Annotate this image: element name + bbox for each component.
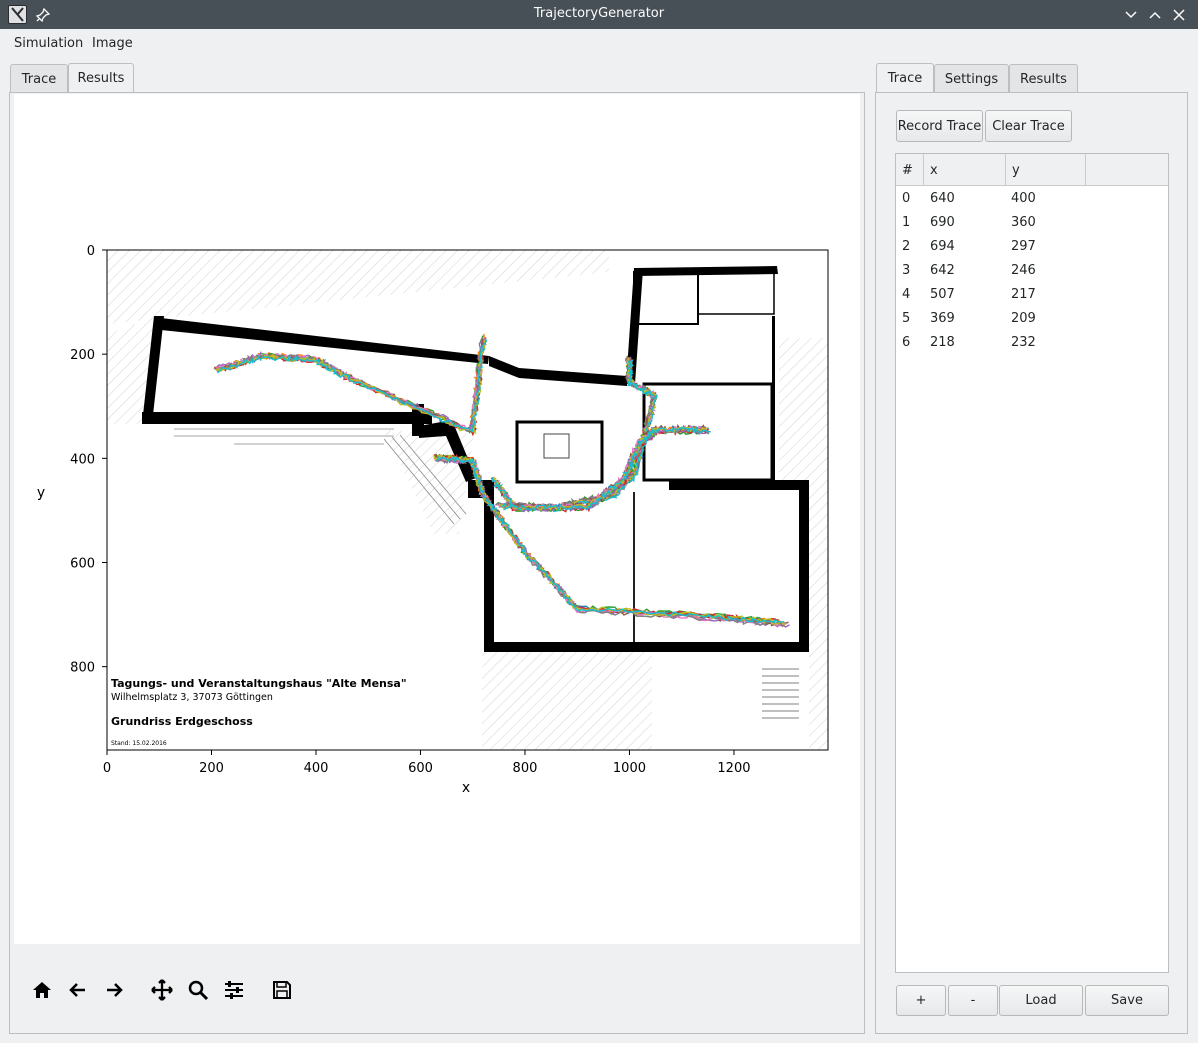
y-tick-label: 400 <box>70 452 95 467</box>
tab-label: Results <box>1020 71 1067 87</box>
right-tab-results[interactable]: Results <box>1009 64 1078 93</box>
forward-arrow-icon[interactable] <box>100 976 128 1004</box>
table-header: # x y <box>896 154 1168 186</box>
table-cell-y: 360 <box>1011 215 1036 230</box>
table-cell-index: 1 <box>902 215 911 230</box>
menu-image[interactable]: Image <box>92 36 133 51</box>
pan-icon[interactable] <box>148 976 176 1004</box>
floorplan-subtitle: Grundriss Erdgeschoss <box>111 715 253 728</box>
table-cell-y: 217 <box>1011 287 1036 302</box>
load-label: Load <box>1025 993 1057 1008</box>
close-button[interactable] <box>1168 4 1190 26</box>
table-cell-x: 642 <box>930 263 955 278</box>
table-row[interactable]: 1 690 360 <box>896 211 1168 235</box>
table-cell-index: 2 <box>902 239 911 254</box>
y-axis-label: y <box>37 485 45 501</box>
tab-label: Trace <box>21 71 57 87</box>
x-tick-label: 200 <box>199 761 224 776</box>
title-bar: TrajectoryGenerator <box>0 0 1198 29</box>
clear-trace-label: Clear Trace <box>992 118 1065 134</box>
table-cell-index: 6 <box>902 335 911 350</box>
save-label: Save <box>1111 993 1143 1008</box>
right-tab-trace[interactable]: Trace <box>876 63 934 93</box>
window-title: TrajectoryGenerator <box>533 6 665 21</box>
table-cell-index: 5 <box>902 311 911 326</box>
table-cell-x: 694 <box>930 239 955 254</box>
table-cell-y: 209 <box>1011 311 1036 326</box>
table-row[interactable]: 2 694 297 <box>896 235 1168 259</box>
table-cell-index: 3 <box>902 263 911 278</box>
column-header-empty <box>1086 154 1168 186</box>
record-trace-button[interactable]: Record Trace <box>896 110 983 142</box>
table-cell-x: 507 <box>930 287 955 302</box>
tab-label: Results <box>77 71 125 86</box>
y-tick-label: 600 <box>70 557 95 572</box>
table-row[interactable]: 4 507 217 <box>896 283 1168 307</box>
x-tick-label: 1200 <box>717 761 750 776</box>
table-row[interactable]: 6 218 232 <box>896 331 1168 355</box>
remove-row-label: - <box>970 993 976 1008</box>
table-row[interactable]: 0 640 400 <box>896 187 1168 211</box>
record-trace-label: Record Trace <box>897 118 982 134</box>
x-axis-label: x <box>462 780 470 796</box>
trace-table[interactable]: # x y 0 640 400 1 690 360 2 694 297 3 642 246 4 507 21… <box>895 153 1169 973</box>
column-header-index[interactable]: # <box>896 154 924 186</box>
floorplan-date: Stand: 15.02.2016 <box>111 740 167 747</box>
menu-simulation[interactable]: Simulation <box>14 36 83 51</box>
plot-canvas[interactable]: Tagungs- und Veranstaltungshaus "Alte Me… <box>14 94 860 944</box>
maximize-button[interactable] <box>1144 4 1166 26</box>
add-row-label: + <box>915 993 927 1008</box>
zoom-icon[interactable] <box>184 976 212 1004</box>
floorplan-address: Wilhelmsplatz 3, 37073 Göttingen <box>111 692 273 703</box>
x-tick-label: 0 <box>103 761 111 776</box>
add-row-button[interactable]: + <box>896 985 946 1016</box>
load-button[interactable]: Load <box>999 985 1083 1016</box>
y-tick-label: 0 <box>87 244 95 259</box>
save-button[interactable]: Save <box>1085 985 1169 1016</box>
floorplan-title: Tagungs- und Veranstaltungshaus "Alte Me… <box>111 677 407 690</box>
trajectory-plot: Tagungs- und Veranstaltungshaus "Alte Me… <box>37 244 829 796</box>
table-cell-x: 640 <box>930 191 955 206</box>
table-row[interactable]: 5 369 209 <box>896 307 1168 331</box>
minimize-button[interactable] <box>1120 4 1142 26</box>
x-tick-label: 400 <box>304 761 329 776</box>
remove-row-button[interactable]: - <box>948 985 998 1016</box>
table-cell-x: 218 <box>930 335 955 350</box>
menu-bar: Simulation Image <box>0 29 1198 57</box>
right-tab-settings[interactable]: Settings <box>934 64 1009 93</box>
floorplan-image: Tagungs- und Veranstaltungshaus "Alte Me… <box>107 250 828 750</box>
save-icon[interactable] <box>268 976 296 1004</box>
table-cell-y: 400 <box>1011 191 1036 206</box>
left-tab-results[interactable]: Results <box>68 63 134 93</box>
column-header-label: # <box>902 162 913 178</box>
configure-subplots-icon[interactable] <box>220 976 248 1004</box>
x-tick-label: 600 <box>408 761 433 776</box>
clear-trace-button[interactable]: Clear Trace <box>985 110 1072 142</box>
table-cell-x: 369 <box>930 311 955 326</box>
column-header-label: x <box>930 162 938 178</box>
left-tab-trace[interactable]: Trace <box>10 64 68 93</box>
table-cell-y: 232 <box>1011 335 1036 350</box>
home-icon[interactable] <box>28 976 56 1004</box>
y-tick-label: 800 <box>70 661 95 676</box>
table-cell-y: 246 <box>1011 263 1036 278</box>
x-tick-label: 1000 <box>613 761 646 776</box>
column-header-x[interactable]: x <box>924 154 1006 186</box>
column-header-label: y <box>1012 162 1020 178</box>
table-cell-index: 0 <box>902 191 911 206</box>
x-tick-label: 800 <box>513 761 538 776</box>
table-row[interactable]: 3 642 246 <box>896 259 1168 283</box>
table-cell-y: 297 <box>1011 239 1036 254</box>
tab-label: Settings <box>944 71 999 87</box>
tab-label: Trace <box>887 71 923 86</box>
table-cell-index: 4 <box>902 287 911 302</box>
back-arrow-icon[interactable] <box>64 976 92 1004</box>
table-cell-x: 690 <box>930 215 955 230</box>
y-tick-label: 200 <box>70 348 95 363</box>
column-header-y[interactable]: y <box>1006 154 1086 186</box>
